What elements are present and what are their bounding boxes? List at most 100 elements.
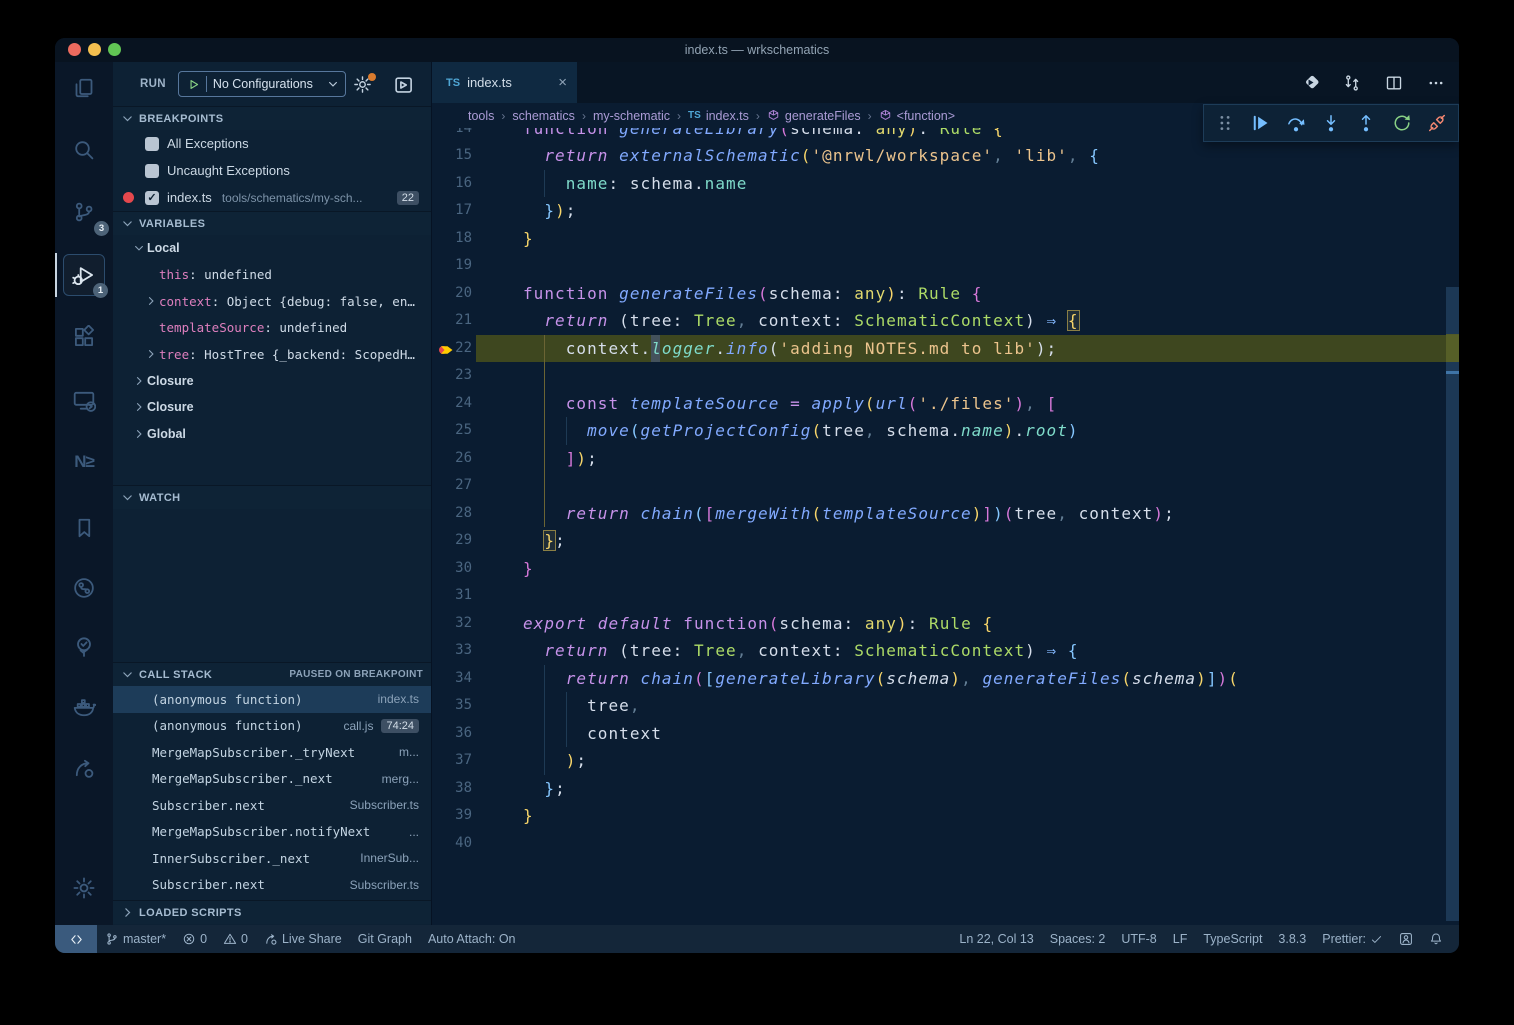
code-line-18[interactable]: 18} [432, 225, 1459, 253]
code-line-17[interactable]: 17 }); [432, 197, 1459, 225]
status-item-auto-attach[interactable]: Auto Attach: On [420, 925, 524, 953]
activity-item-extensions[interactable] [63, 316, 105, 358]
breadcrumb-item[interactable]: my-schematic [593, 109, 670, 123]
activity-item-settings[interactable] [63, 867, 105, 909]
loaded-scripts-section-header[interactable]: LOADED SCRIPTS [113, 900, 431, 924]
editor-action-run-debug-filled[interactable] [1301, 74, 1319, 92]
code-line-35[interactable]: 35 tree, [432, 692, 1459, 720]
activity-item-bookmarks[interactable] [63, 507, 105, 549]
status-item-live-share[interactable]: Live Share [256, 925, 350, 953]
status-item-errors[interactable]: 0 [174, 925, 215, 953]
variable-row[interactable]: this: undefined [113, 262, 431, 289]
call-stack-frame[interactable]: (anonymous function)index.ts [113, 686, 431, 713]
breakpoint-row[interactable]: All Exceptions [113, 130, 431, 157]
breakpoints-section-header[interactable]: BREAKPOINTS [113, 106, 431, 130]
breakpoint-row[interactable]: Uncaught Exceptions [113, 157, 431, 184]
breadcrumb-item[interactable]: generateFiles [767, 109, 861, 123]
code-line-32[interactable]: 32export default function(schema: any): … [432, 610, 1459, 638]
status-item-language[interactable]: TypeScript [1195, 925, 1270, 953]
breadcrumb-item[interactable]: schematics [512, 109, 575, 123]
code-line-15[interactable]: 15 return externalSchematic('@nrwl/works… [432, 142, 1459, 170]
remote-indicator[interactable] [55, 925, 97, 953]
code-line-21[interactable]: 21 return (tree: Tree, context: Schemati… [432, 307, 1459, 335]
code-line-36[interactable]: 36 context [432, 720, 1459, 748]
code-line-33[interactable]: 33 return (tree: Tree, context: Schemati… [432, 637, 1459, 665]
variables-scope-row[interactable]: Local [113, 235, 431, 262]
activity-item-run-debug[interactable]: 1 [63, 254, 105, 296]
code-line-24[interactable]: 24 const templateSource = apply(url('./f… [432, 390, 1459, 418]
code-line-34[interactable]: 34 return chain([generateLibrary(schema)… [432, 665, 1459, 693]
status-item-encoding[interactable]: UTF-8 [1113, 925, 1164, 953]
variables-scope-row[interactable]: Closure [113, 368, 431, 395]
call-stack-frame[interactable]: Subscriber.nextSubscriber.ts [113, 792, 431, 819]
code-line-22[interactable]: 22 context.logger.info('adding NOTES.md … [432, 335, 1459, 363]
checkbox-checked[interactable]: ✓ [145, 191, 159, 205]
activity-item-nx-console[interactable]: N≥ [63, 441, 105, 483]
call-stack-frame[interactable]: MergeMapSubscriber.notifyNext... [113, 819, 431, 846]
code-line-20[interactable]: 20function generateFiles(schema: any): R… [432, 280, 1459, 308]
call-stack-frame[interactable]: MergeMapSubscriber._tryNextm... [113, 739, 431, 766]
debug-step-out-button[interactable] [1353, 109, 1379, 137]
debug-console-button[interactable] [393, 75, 413, 98]
breadcrumb-item[interactable]: TSindex.ts [688, 109, 749, 123]
start-debug-icon[interactable] [187, 78, 200, 91]
debug-step-over-button[interactable] [1283, 109, 1309, 137]
activity-item-remote-explorer[interactable] [63, 379, 105, 421]
code-line-25[interactable]: 25 move(getProjectConfig(tree, schema.na… [432, 417, 1459, 445]
status-item-eol[interactable]: LF [1165, 925, 1196, 953]
code-line-30[interactable]: 30} [432, 555, 1459, 583]
activity-item-search[interactable] [63, 129, 105, 171]
code-line-37[interactable]: 37 ); [432, 747, 1459, 775]
call-stack-section-header[interactable]: CALL STACK PAUSED ON BREAKPOINT [113, 662, 431, 686]
status-item-ts-version[interactable]: 3.8.3 [1270, 925, 1314, 953]
activity-item-live-share[interactable] [63, 747, 105, 789]
status-item-git-branch[interactable]: master* [97, 925, 174, 953]
activity-item-explorer[interactable] [63, 67, 105, 109]
variables-scope-row[interactable]: Global [113, 421, 431, 448]
status-item-notifications[interactable] [1421, 925, 1451, 953]
close-tab-icon[interactable]: × [558, 74, 567, 91]
code-line-23[interactable]: 23 [432, 362, 1459, 390]
variables-section-header[interactable]: VARIABLES [113, 211, 431, 235]
code-line-27[interactable]: 27 [432, 472, 1459, 500]
status-item-prettier[interactable]: Prettier: [1314, 925, 1391, 953]
activity-item-git-graph[interactable] [63, 567, 105, 609]
code-line-19[interactable]: 19 [432, 252, 1459, 280]
call-stack-frame[interactable]: Subscriber.nextSubscriber.ts [113, 872, 431, 899]
variable-row[interactable]: tree: HostTree {_backend: ScopedH… [113, 341, 431, 368]
status-item-feedback[interactable] [1391, 925, 1421, 953]
status-item-git-graph[interactable]: Git Graph [350, 925, 420, 953]
checkbox-unchecked[interactable] [145, 164, 159, 178]
breadcrumb-item[interactable]: tools [468, 109, 494, 123]
code-line-40[interactable]: 40 [432, 830, 1459, 858]
paused-breakpoint-icon[interactable] [438, 340, 456, 358]
debug-continue-button[interactable] [1247, 109, 1273, 137]
status-item-cursor-position[interactable]: Ln 22, Col 13 [951, 925, 1041, 953]
watch-section-header[interactable]: WATCH [113, 485, 431, 509]
tab-index-ts[interactable]: TS index.ts × [432, 62, 577, 103]
code-editor[interactable]: 14function generateLibrary(schema: any):… [432, 128, 1459, 925]
editor-scrollbar[interactable] [1446, 287, 1459, 921]
code-line-38[interactable]: 38 }; [432, 775, 1459, 803]
editor-action-split-editor[interactable] [1385, 74, 1403, 92]
activity-item-source-control[interactable]: 3 [63, 191, 105, 233]
activity-item-docker[interactable] [63, 686, 105, 728]
launch-configuration-dropdown[interactable]: No Configurations [178, 71, 346, 97]
breadcrumb-item[interactable]: <function> [879, 109, 955, 123]
code-line-28[interactable]: 28 return chain([mergeWith(templateSourc… [432, 500, 1459, 528]
variable-row[interactable]: templateSource: undefined [113, 315, 431, 342]
editor-action-compare-changes[interactable] [1343, 74, 1361, 92]
activity-item-test-explorer[interactable] [63, 626, 105, 668]
debug-disconnect-button[interactable] [1424, 109, 1450, 137]
variables-scope-row[interactable]: Closure [113, 394, 431, 421]
call-stack-frame[interactable]: (anonymous function)call.js74:24 [113, 713, 431, 740]
code-line-31[interactable]: 31 [432, 582, 1459, 610]
code-line-16[interactable]: 16 name: schema.name [432, 170, 1459, 198]
debug-step-into-button[interactable] [1318, 109, 1344, 137]
code-line-39[interactable]: 39} [432, 802, 1459, 830]
code-line-26[interactable]: 26 ]); [432, 445, 1459, 473]
variable-row[interactable]: context: Object {debug: false, en… [113, 288, 431, 315]
status-item-indentation[interactable]: Spaces: 2 [1042, 925, 1114, 953]
checkbox-unchecked[interactable] [145, 137, 159, 151]
status-item-warnings[interactable]: 0 [215, 925, 256, 953]
